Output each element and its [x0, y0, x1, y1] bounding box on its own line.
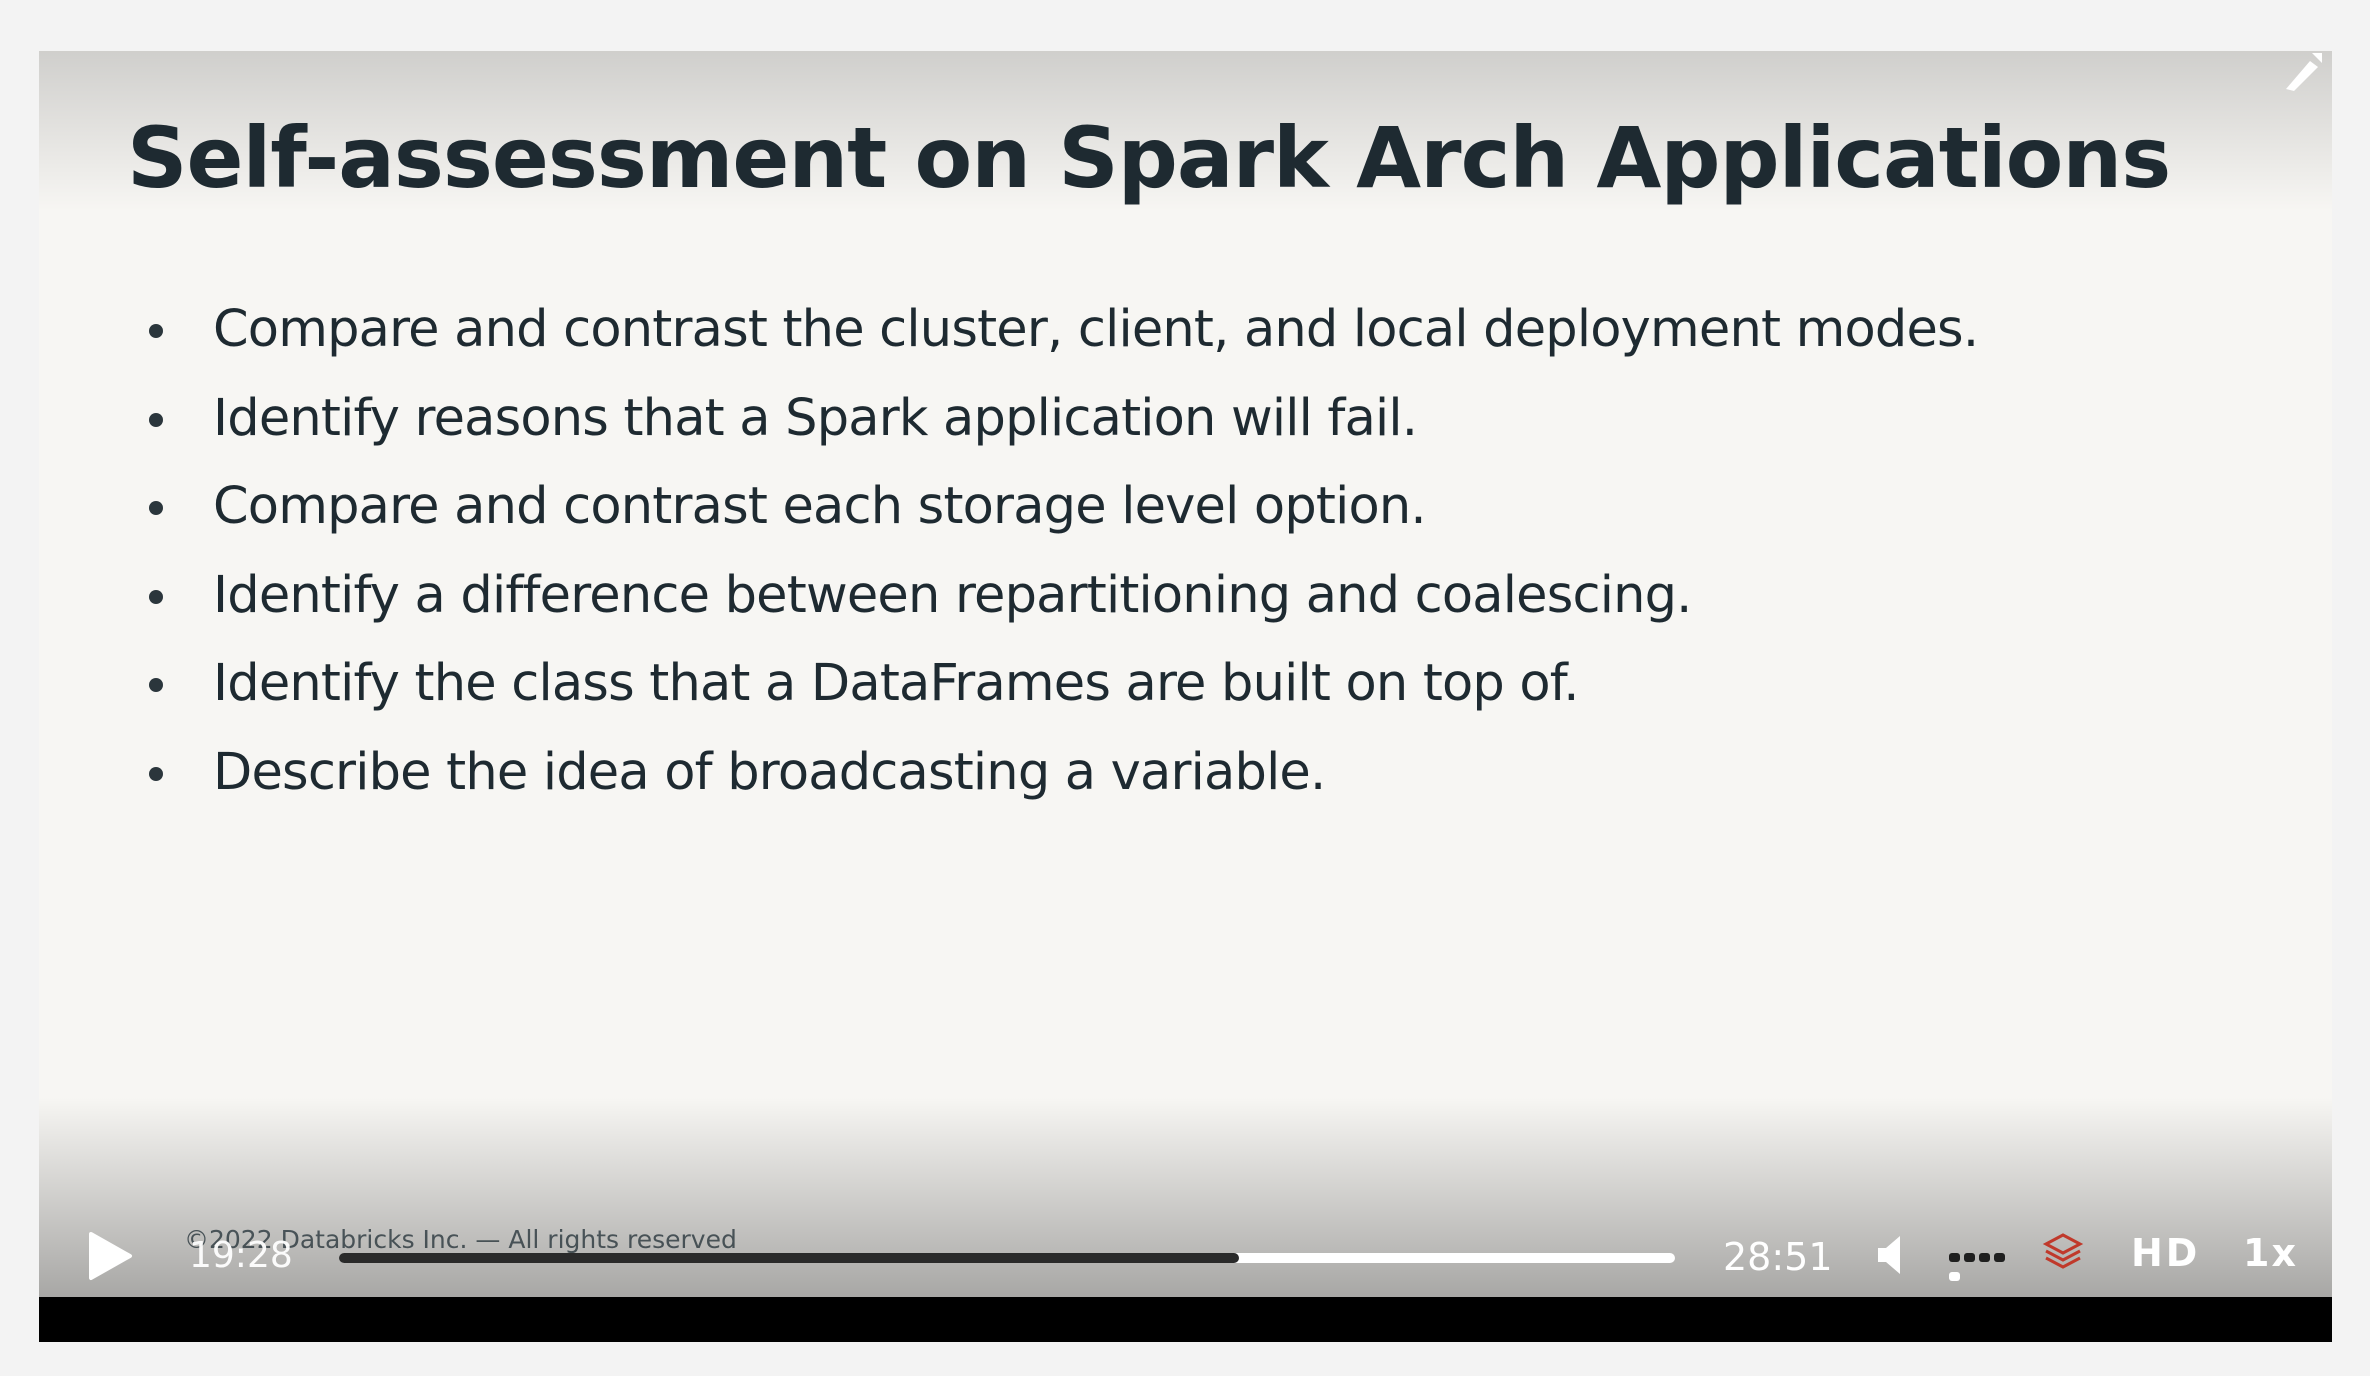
bullet-dot-icon — [149, 501, 163, 515]
bullet-dot-icon — [149, 766, 163, 781]
bullet-text: Compare and contrast each storage level … — [213, 477, 1427, 536]
bullet-item: Identify the class that a DataFrames are… — [149, 640, 1978, 729]
bullet-item: Identify reasons that a Spark applicatio… — [149, 375, 1978, 464]
slide-title: Self-assessment on Spark Arch Applicatio… — [127, 109, 2171, 207]
volume-segment — [1964, 1253, 1975, 1262]
bullet-dot-icon — [149, 678, 163, 692]
progress-played — [339, 1253, 1240, 1263]
volume-icon[interactable] — [1876, 1233, 1910, 1277]
bullet-item: Identify a difference between repartitio… — [149, 552, 1978, 641]
databricks-logo-icon — [2042, 1233, 2084, 1269]
playback-speed-button[interactable]: 1x — [2243, 1231, 2298, 1275]
bullet-text: Identify the class that a DataFrames are… — [213, 654, 1579, 713]
bullet-item: Compare and contrast the cluster, client… — [149, 286, 1979, 375]
bullet-dot-icon — [149, 324, 163, 338]
quality-button[interactable]: HD — [2131, 1231, 2200, 1275]
progress-bar[interactable] — [339, 1253, 1675, 1263]
fullscreen-corner-icon[interactable] — [2272, 51, 2324, 91]
bullet-text: Describe the idea of broadcasting a vari… — [213, 742, 1326, 802]
volume-segment — [1949, 1253, 1960, 1262]
volume-segment — [1979, 1253, 1990, 1262]
bullet-text: Identify a difference between repartitio… — [213, 565, 1692, 625]
bullet-item: Compare and contrast each storage level … — [149, 463, 1978, 552]
volume-slider[interactable] — [1949, 1247, 2021, 1281]
current-time: 19:28 — [189, 1235, 293, 1276]
total-time: 28:51 — [1723, 1235, 1833, 1279]
bullet-list: Compare and contrast the cluster, client… — [149, 286, 1979, 818]
volume-segment — [1949, 1272, 1960, 1281]
play-icon[interactable] — [87, 1231, 133, 1281]
video-player[interactable]: Self-assessment on Spark Arch Applicatio… — [39, 51, 2332, 1342]
bullet-text: Compare and contrast the cluster, client… — [213, 300, 1979, 359]
volume-segment — [1994, 1253, 2005, 1262]
slide: Self-assessment on Spark Arch Applicatio… — [39, 51, 2332, 1297]
bullet-item: Describe the idea of broadcasting a vari… — [149, 729, 1978, 818]
bullet-dot-icon — [149, 412, 163, 427]
player-controls: 19:28 28:51 HD 1x — [39, 1211, 2332, 1297]
bullet-text: Identify reasons that a Spark applicatio… — [213, 388, 1418, 448]
bullet-dot-icon — [149, 589, 163, 604]
